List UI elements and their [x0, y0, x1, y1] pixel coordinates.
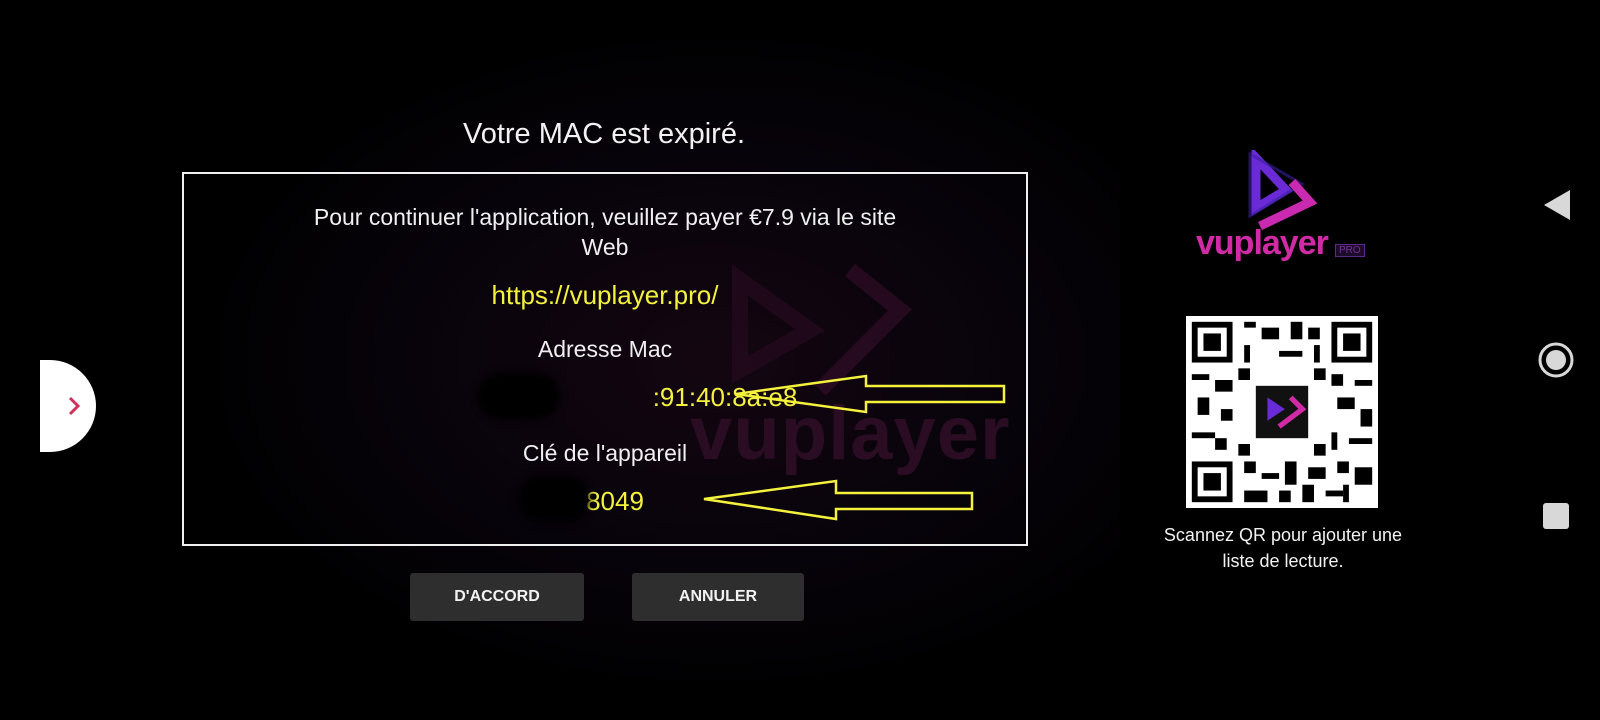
back-icon[interactable]: [1540, 188, 1574, 222]
ok-button[interactable]: D'ACCORD: [410, 573, 584, 621]
arrow-mac-annotation: [735, 374, 1006, 414]
device-key-redaction: [524, 482, 584, 516]
mac-redaction: [484, 379, 554, 413]
expired-dialog: Pour continuer l'application, veuillez p…: [182, 172, 1028, 546]
cancel-button[interactable]: ANNULER: [632, 573, 804, 621]
logo-text: vuplayer: [1196, 224, 1329, 262]
mac-value: :91:40:8a:e8: [652, 382, 798, 412]
home-icon[interactable]: [1536, 340, 1576, 380]
mac-label: Adresse Mac: [537, 336, 673, 362]
arrow-key-annotation: [703, 479, 974, 521]
qr-caption: Scannez QR pour ajouter une liste de lec…: [1163, 525, 1403, 571]
logo-pro-badge: PRO: [1335, 244, 1365, 257]
payment-url[interactable]: https://vuplayer.pro/: [184, 280, 1026, 310]
recents-icon[interactable]: [1542, 502, 1570, 530]
chevron-right-icon: [68, 396, 81, 416]
qr-code: [1186, 316, 1378, 508]
side-drawer-tab[interactable]: [40, 360, 96, 452]
payment-message: Pour continuer l'application, veuillez p…: [313, 204, 897, 260]
device-key-label: Clé de l'appareil: [522, 440, 688, 466]
dialog-title: Votre MAC est expiré.: [462, 118, 746, 150]
